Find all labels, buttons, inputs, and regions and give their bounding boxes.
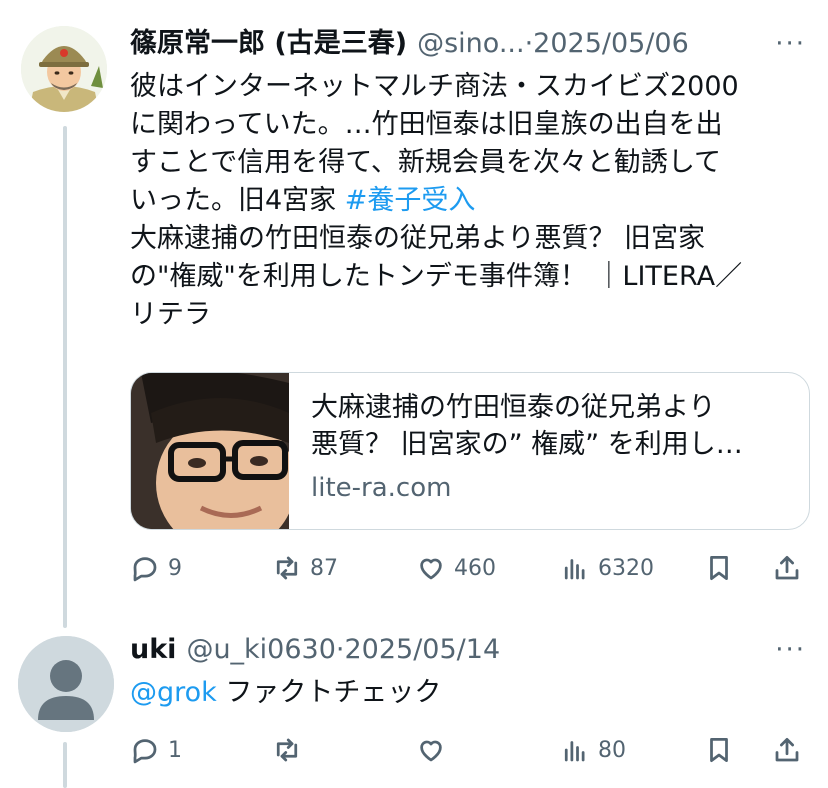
- share-button[interactable]: [772, 550, 802, 586]
- hashtag-link[interactable]: #養子受入: [345, 185, 476, 216]
- mention-link[interactable]: @grok: [130, 677, 217, 708]
- avatar[interactable]: [18, 636, 114, 732]
- bookmark-icon: [710, 556, 728, 580]
- reply-icon: [133, 739, 157, 764]
- like-button[interactable]: [416, 732, 454, 768]
- like-button[interactable]: 460: [416, 550, 496, 586]
- separator-dot: ·: [335, 634, 345, 665]
- like-icon: [420, 740, 442, 762]
- views-icon: [564, 559, 585, 580]
- text-line: 彼はインターネットマルチ商法・スカイビズ2000: [130, 71, 739, 102]
- retweet-icon: [276, 556, 298, 580]
- text-line: リテラ: [130, 299, 211, 330]
- text-line: の"権威"を利用したトンデモ事件簿！ ｜LITERA／: [130, 261, 743, 292]
- card-title-line: 大麻逮捕の竹田恒泰の従兄弟より: [311, 392, 716, 423]
- text-line: すことで信用を得て、新規会員を次々と勧誘して: [130, 147, 722, 178]
- more-icon[interactable]: ···: [775, 637, 806, 663]
- reply-button[interactable]: 9: [130, 550, 182, 586]
- text-segment: いった。旧4宮家: [130, 185, 345, 216]
- card-title: 大麻逮捕の竹田恒泰の従兄弟より 悪質？ 旧宮家の” 権威” を利用し…: [311, 389, 787, 463]
- card-thumbnail-image: [131, 373, 289, 529]
- share-icon: [775, 738, 799, 762]
- retweet-icon: [276, 738, 298, 762]
- card-text: 大麻逮捕の竹田恒泰の従兄弟より 悪質？ 旧宮家の” 権威” を利用し… lite…: [289, 373, 809, 529]
- avatar[interactable]: [21, 26, 107, 112]
- bookmark-icon: [710, 738, 728, 762]
- tweet-date[interactable]: 2025/05/06: [533, 26, 689, 62]
- tweet-actions: 9 87 460 6320: [130, 550, 810, 586]
- person-with-glasses-thumbnail: [131, 373, 289, 529]
- views-icon: [564, 741, 585, 762]
- thread-line: [63, 126, 67, 628]
- views-button[interactable]: 6320: [560, 550, 654, 586]
- views-count: 80: [598, 737, 626, 763]
- separator-dot: ·: [524, 28, 534, 59]
- text-line: @grok ファクトチェック: [130, 674, 810, 712]
- card-domain: lite-ra.com: [311, 473, 452, 503]
- link-preview-card[interactable]: 大麻逮捕の竹田恒泰の従兄弟より 悪質？ 旧宮家の” 権威” を利用し… lite…: [130, 372, 810, 530]
- thread-line-continuation: [63, 742, 67, 788]
- share-icon: [775, 556, 799, 580]
- retweet-button[interactable]: 87: [272, 550, 338, 586]
- display-name[interactable]: 篠原常一郎 (古是三春): [130, 26, 407, 62]
- user-handle[interactable]: @sino...: [417, 26, 524, 62]
- views-count: 6320: [598, 555, 654, 581]
- text-line: 大麻逮捕の竹田恒泰の従兄弟より悪質？ 旧宮家: [130, 223, 706, 254]
- reply-count: 9: [168, 555, 182, 581]
- tweet-actions: 1 80: [130, 732, 810, 768]
- reply-button[interactable]: 1: [130, 732, 182, 768]
- like-count: 460: [454, 555, 496, 581]
- default-profile-icon: [18, 636, 114, 732]
- reply-icon: [133, 557, 157, 582]
- tweet-text: @grok ファクトチェック: [130, 674, 810, 712]
- bookmark-button[interactable]: [704, 732, 734, 768]
- tweet-date[interactable]: 2025/05/14: [345, 632, 501, 668]
- more-icon[interactable]: ···: [775, 31, 806, 57]
- text-segment: ファクトチェック: [216, 677, 442, 708]
- tweet-header: 篠原常一郎 (古是三春) @sino... · 2025/05/06: [130, 26, 689, 62]
- text-line-with-hashtag: いった。旧4宮家 #養子受入: [130, 182, 810, 220]
- text-line: に関わっていた。…竹田恒泰は旧皇族の出自を出: [130, 109, 723, 140]
- tweet-header: uki @u_ki0630 · 2025/05/14: [130, 632, 500, 668]
- tweet-text: 彼はインターネットマルチ商法・スカイビズ2000 に関わっていた。…竹田恒泰は旧…: [130, 68, 810, 334]
- share-button[interactable]: [772, 732, 802, 768]
- retweet-count: 87: [310, 555, 338, 581]
- reply-count: 1: [168, 737, 182, 763]
- retweet-button[interactable]: [272, 732, 310, 768]
- card-title-line: 悪質？ 旧宮家の” 権威” を利用し…: [311, 429, 743, 460]
- bookmark-button[interactable]: [704, 550, 734, 586]
- user-handle[interactable]: @u_ki0630: [186, 632, 335, 668]
- display-name[interactable]: uki: [130, 632, 176, 668]
- soldier-avatar-illustration: [21, 26, 107, 112]
- views-button[interactable]: 80: [560, 732, 626, 768]
- like-icon: [420, 558, 442, 580]
